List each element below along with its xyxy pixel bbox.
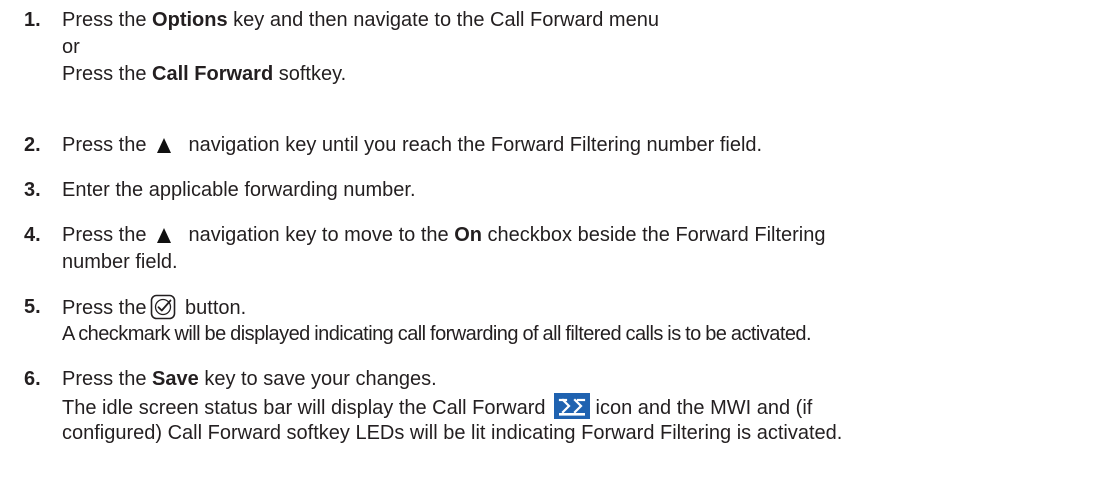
step-line: Press the Call Forward softkey. [62, 63, 347, 85]
step-text: Press the navigation key until you reach … [62, 132, 1103, 159]
call-forward-softkey-label: Call Forward [152, 63, 274, 85]
step-line: Press the Options key and then navigate … [62, 9, 659, 31]
options-key-label: Options [152, 9, 228, 31]
save-key-label: Save [152, 368, 199, 390]
step-number: 3. [24, 179, 41, 201]
step-line: Press the navigation key to move to the O… [62, 224, 826, 246]
step-line: A checkmark will be displayed indicating… [62, 323, 812, 345]
step-text: Enter the applicable forwarding number. [62, 177, 1103, 204]
step-text: Press the Save key to save your changes.… [62, 366, 1103, 447]
up-arrow-icon [146, 135, 188, 155]
step-number: 2. [24, 134, 41, 156]
step-line: or [62, 36, 80, 58]
step-line: number field. [62, 251, 178, 273]
up-arrow-icon [146, 225, 188, 245]
step-number: 5. [24, 296, 41, 318]
call-forward-icon [553, 393, 590, 419]
step-line: Press the button. [62, 294, 1103, 321]
step-line: Enter the applicable forwarding number. [62, 179, 416, 201]
step-text: Press the navigation key to move to the O… [62, 222, 1103, 276]
checkmark-button-icon [150, 294, 176, 320]
step-text: Press the button. A checkmark will be di… [62, 294, 1103, 348]
step-text: Press the Options key and then navigate … [62, 7, 1103, 88]
step-number: 6. [24, 368, 41, 390]
on-checkbox-label: On [454, 224, 482, 246]
step-line: The idle screen status bar will display … [62, 393, 1103, 420]
step-line: Press the navigation key until you reach … [62, 134, 763, 156]
step-line: Press the Save key to save your changes. [62, 368, 437, 390]
step-line: configured) Call Forward softkey LEDs wi… [62, 422, 843, 444]
step-number: 1. [24, 9, 41, 31]
step-number: 4. [24, 224, 41, 246]
